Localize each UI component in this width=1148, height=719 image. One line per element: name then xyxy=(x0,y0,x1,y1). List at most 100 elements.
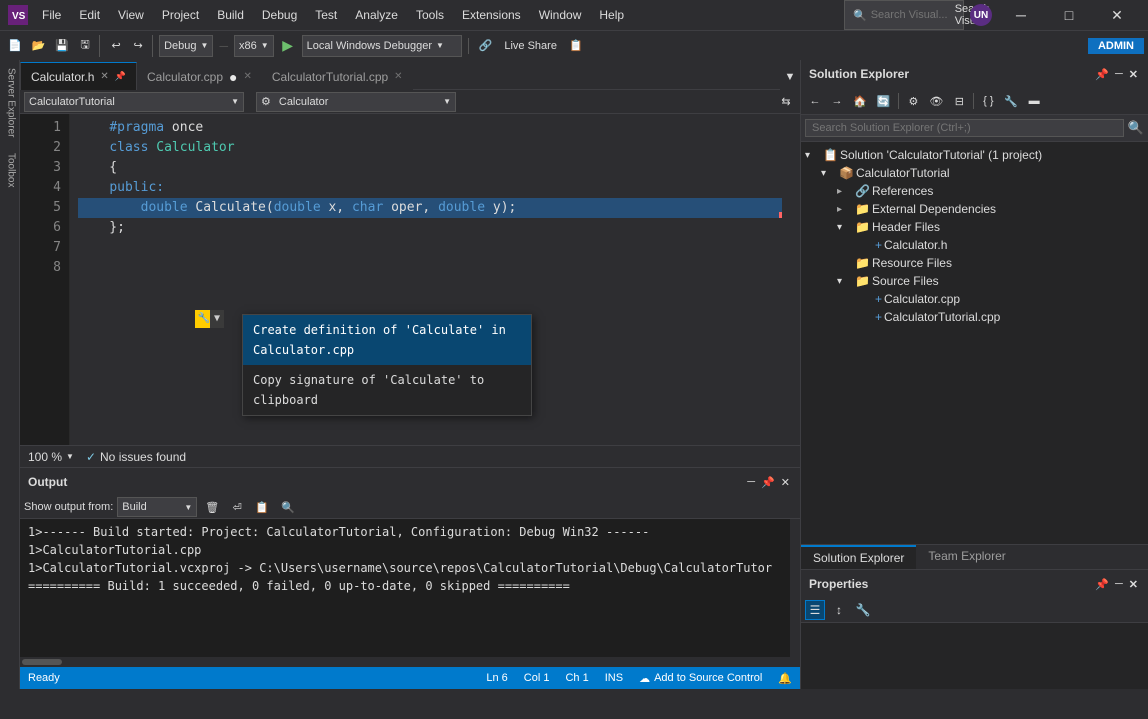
notification-icon[interactable]: 🔔 xyxy=(778,672,792,685)
output-copy-btn[interactable]: 📋 xyxy=(251,496,273,518)
tree-calculatortutorial-cpp[interactable]: + CalculatorTutorial.cpp xyxy=(801,308,1148,326)
output-wrap-btn[interactable]: ⏎ xyxy=(227,496,247,518)
debugger-dropdown[interactable]: Local Windows Debugger ▼ xyxy=(302,35,462,57)
popup-item-create-definition[interactable]: Create definition of 'Calculate' in Calc… xyxy=(243,315,531,365)
source-control-icon: ☁ xyxy=(639,672,650,685)
sidebar-tab-server[interactable]: Server Explorer xyxy=(1,60,19,145)
se-showall-btn[interactable]: 👁 xyxy=(925,90,947,112)
open-btn[interactable]: 📂 xyxy=(28,35,50,57)
props-controls: 📌 ─ ✕ xyxy=(1093,576,1140,593)
file-dropdown[interactable]: ⚙ Calculator ▼ xyxy=(256,92,456,112)
menu-test[interactable]: Test xyxy=(307,6,345,24)
output-minimize-btn[interactable]: ─ xyxy=(745,474,757,491)
output-content[interactable]: 1>------ Build started: Project: Calcula… xyxy=(20,519,790,657)
menu-file[interactable]: File xyxy=(34,6,69,24)
props-minimize-btn[interactable]: ─ xyxy=(1113,576,1125,593)
pin-icon[interactable]: 📌 xyxy=(115,71,126,82)
sidebar-tab-toolbox[interactable]: Toolbox xyxy=(1,145,19,195)
user-avatar[interactable]: UN xyxy=(970,4,992,26)
props-grid-btn[interactable]: ☰ xyxy=(805,600,825,620)
output-pin-btn[interactable]: 📌 xyxy=(759,474,777,491)
se-collapse-btn[interactable]: ▬ xyxy=(1024,90,1044,112)
redo-btn[interactable]: ↪ xyxy=(128,35,148,57)
run-btn[interactable]: ▶ xyxy=(278,35,298,57)
close-button[interactable]: ✕ xyxy=(1094,0,1140,30)
tab-solution-explorer[interactable]: Solution Explorer xyxy=(801,545,916,569)
undo-btn[interactable]: ↩ xyxy=(106,35,126,57)
tree-project[interactable]: ▾ 📦 CalculatorTutorial xyxy=(801,164,1148,182)
zoom-control[interactable]: 100 % ▼ xyxy=(28,450,74,464)
output-source-dropdown[interactable]: Build ▼ xyxy=(117,497,197,517)
debug-config-dropdown[interactable]: Debug ▼ xyxy=(159,35,213,57)
output-close-btn[interactable]: ✕ xyxy=(779,474,792,491)
se-settings-btn[interactable]: 🔧 xyxy=(1000,90,1022,112)
se-minimize-btn[interactable]: ─ xyxy=(1113,66,1125,83)
menu-project[interactable]: Project xyxy=(154,6,207,24)
popup-item-copy-signature[interactable]: Copy signature of 'Calculate' to clipboa… xyxy=(243,365,531,415)
new-project-btn[interactable]: 📄 xyxy=(4,35,26,57)
sync-btn[interactable]: ⇆ xyxy=(776,91,796,113)
live-share-icon[interactable]: 🔗 xyxy=(475,35,497,57)
lightbulb-dropdown[interactable]: ▼ xyxy=(210,310,224,328)
output-scrollbar[interactable] xyxy=(790,519,800,657)
live-share-label[interactable]: Live Share xyxy=(500,35,561,57)
output-search-btn[interactable]: 🔍 xyxy=(277,496,299,518)
se-home-btn[interactable]: 🏠 xyxy=(849,90,871,112)
se-back-btn[interactable]: ← xyxy=(805,90,825,112)
se-filter-btn[interactable]: ⊟ xyxy=(949,90,969,112)
share-btn[interactable]: 📋 xyxy=(565,35,587,57)
se-forward-btn[interactable]: → xyxy=(827,90,847,112)
se-refresh-btn[interactable]: 🔄 xyxy=(873,90,895,112)
platform-dropdown[interactable]: x86 ▼ xyxy=(234,35,274,57)
output-clear-btn[interactable]: 🗑 xyxy=(201,496,223,518)
menu-extensions[interactable]: Extensions xyxy=(454,6,529,24)
tab-calculator-cpp[interactable]: Calculator.cpp ● ✕ xyxy=(137,62,262,90)
se-props-btn[interactable]: ⚙ xyxy=(903,90,923,112)
new-tab-btn[interactable]: ▼ xyxy=(780,66,800,88)
tab-team-explorer[interactable]: Team Explorer xyxy=(916,545,1017,569)
save-btn[interactable]: 💾 xyxy=(51,35,73,57)
code-content[interactable]: #pragma once class Calculator { public: … xyxy=(70,114,790,445)
se-pin-btn[interactable]: 📌 xyxy=(1093,66,1111,83)
props-wrench-btn[interactable]: 🔧 xyxy=(853,600,873,620)
editor-scrollbar[interactable] xyxy=(790,114,800,445)
menu-build[interactable]: Build xyxy=(209,6,252,24)
tab-calculatortutorial-cpp[interactable]: CalculatorTutorial.cpp ✕ xyxy=(262,62,413,90)
tree-solution[interactable]: ▾ 📋 Solution 'CalculatorTutorial' (1 pro… xyxy=(801,146,1148,164)
menu-debug[interactable]: Debug xyxy=(254,6,305,24)
sourcefiles-icon: 📁 xyxy=(855,274,870,288)
tree-calculator-cpp[interactable]: + Calculator.cpp xyxy=(801,290,1148,308)
tree-resource-files[interactable]: 📁 Resource Files xyxy=(801,254,1148,272)
se-search-input[interactable] xyxy=(805,119,1124,137)
tree-references[interactable]: ▸ 🔗 References xyxy=(801,182,1148,200)
project-dropdown[interactable]: CalculatorTutorial ▼ xyxy=(24,92,244,112)
menu-edit[interactable]: Edit xyxy=(71,6,108,24)
se-code-btn[interactable]: { } xyxy=(978,90,998,112)
admin-button[interactable]: ADMIN xyxy=(1088,38,1144,54)
tree-header-files[interactable]: ▾ 📁 Header Files xyxy=(801,218,1148,236)
add-source-status[interactable]: ☁ Add to Source Control xyxy=(639,672,762,685)
se-close-btn[interactable]: ✕ xyxy=(1127,66,1140,83)
tab-calculatortutorial-cpp-close[interactable]: ✕ xyxy=(394,71,402,82)
tab-calculator-h-close[interactable]: ✕ xyxy=(100,71,108,82)
props-pin-btn[interactable]: 📌 xyxy=(1093,576,1111,593)
menu-tools[interactable]: Tools xyxy=(408,6,452,24)
menu-window[interactable]: Window xyxy=(531,6,590,24)
output-hscrollbar[interactable] xyxy=(20,657,800,667)
tab-calculator-h[interactable]: Calculator.h ✕ 📌 xyxy=(20,62,137,90)
menu-view[interactable]: View xyxy=(110,6,152,24)
props-close-btn[interactable]: ✕ xyxy=(1127,576,1140,593)
tree-source-files[interactable]: ▾ 📁 Source Files xyxy=(801,272,1148,290)
tree-external-deps[interactable]: ▸ 📁 External Dependencies xyxy=(801,200,1148,218)
props-sort-btn[interactable]: ↕ xyxy=(829,600,849,620)
tree-calculator-h[interactable]: + Calculator.h xyxy=(801,236,1148,254)
global-search[interactable]: 🔍 Search Visual xyxy=(844,0,964,30)
issues-status: ✓ No issues found xyxy=(86,450,186,464)
menu-help[interactable]: Help xyxy=(591,6,632,24)
maximize-button[interactable]: □ xyxy=(1046,0,1092,30)
tab-calculator-cpp-close[interactable]: ✕ xyxy=(244,71,252,82)
global-search-input[interactable] xyxy=(871,9,951,21)
minimize-button[interactable]: ─ xyxy=(998,0,1044,30)
menu-analyze[interactable]: Analyze xyxy=(347,6,406,24)
save-all-btn[interactable]: 🖫 xyxy=(75,35,95,57)
